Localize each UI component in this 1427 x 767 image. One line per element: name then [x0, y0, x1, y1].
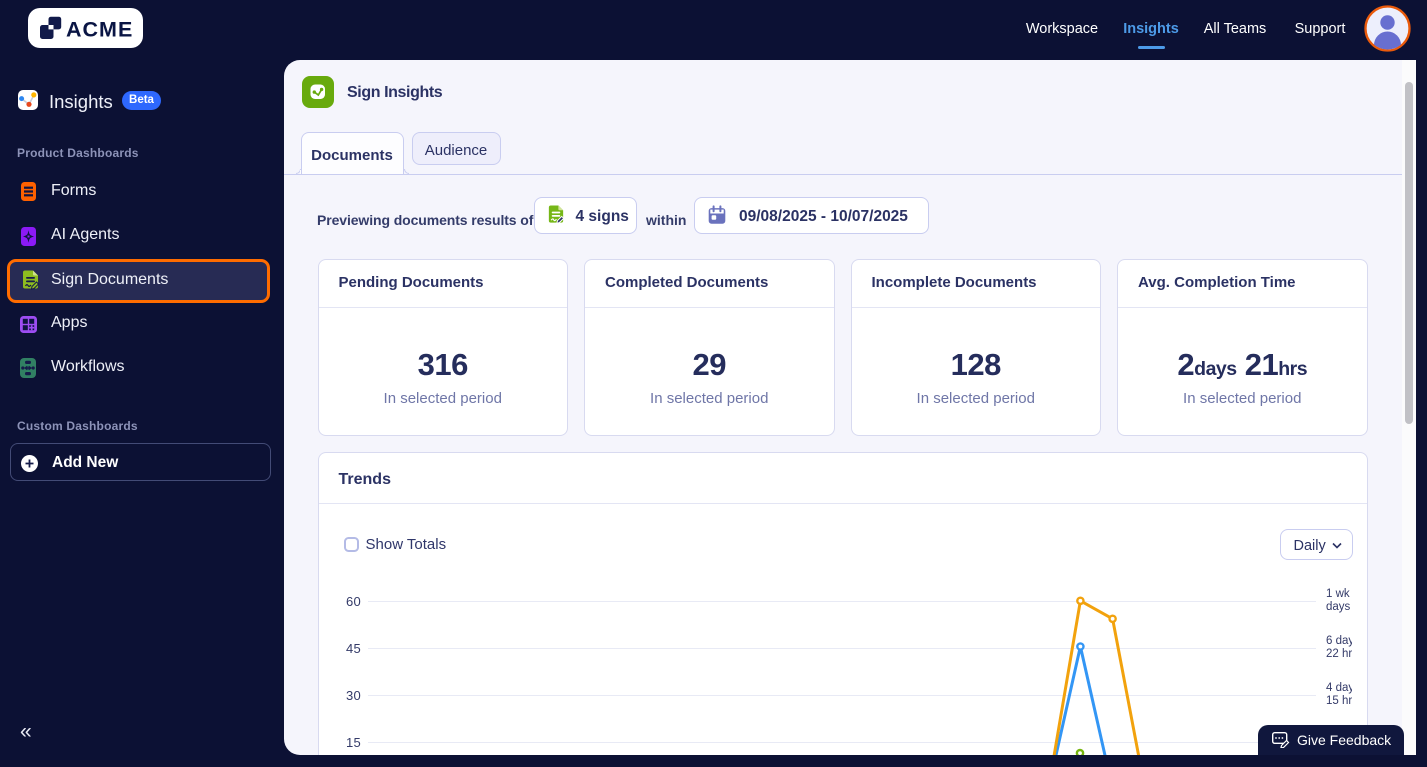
svg-text:ACME: ACME	[66, 18, 133, 42]
